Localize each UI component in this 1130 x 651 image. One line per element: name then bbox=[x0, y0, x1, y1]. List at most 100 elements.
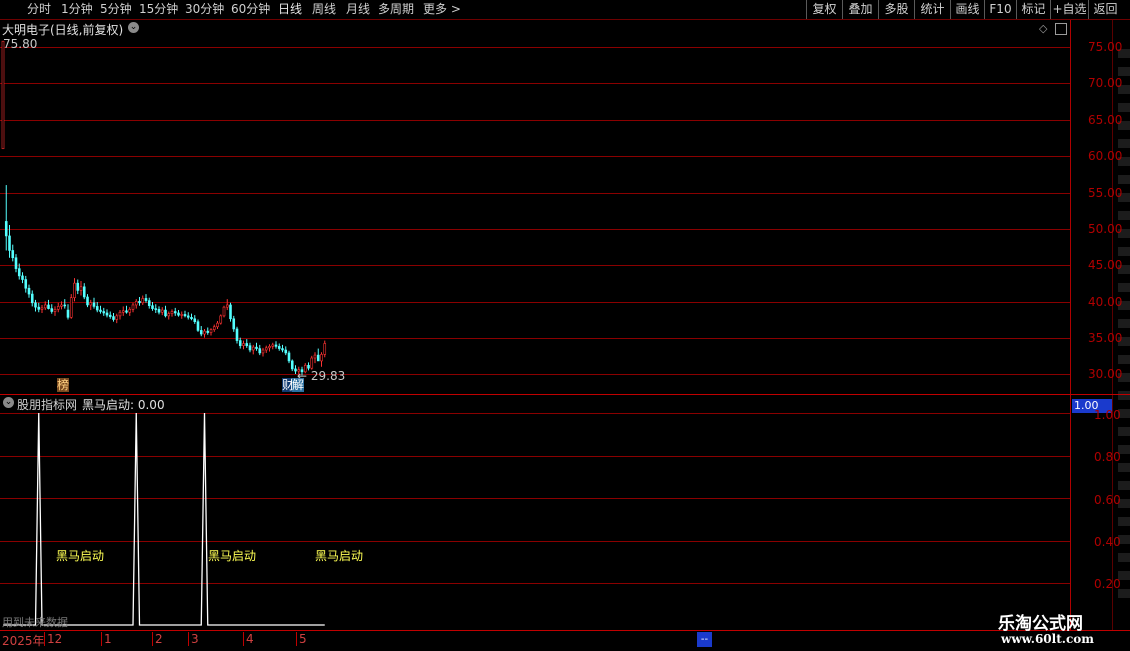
candle-body[interactable] bbox=[167, 313, 171, 317]
candle-body[interactable] bbox=[316, 354, 320, 362]
candle-body[interactable] bbox=[125, 310, 128, 313]
candle-body[interactable] bbox=[186, 315, 190, 318]
candle-body[interactable] bbox=[219, 315, 223, 324]
tab-30min[interactable]: 30分钟 bbox=[185, 0, 224, 19]
candle-body[interactable] bbox=[206, 330, 210, 333]
candle-body[interactable] bbox=[76, 282, 80, 291]
candle-body[interactable] bbox=[320, 354, 323, 362]
candle-body[interactable] bbox=[261, 349, 265, 354]
candle-body[interactable] bbox=[154, 308, 158, 310]
back-button[interactable]: 返回 bbox=[1088, 0, 1122, 19]
candle-body[interactable] bbox=[193, 318, 197, 322]
candle-body[interactable] bbox=[27, 287, 31, 295]
candle-body[interactable] bbox=[115, 315, 119, 320]
candle-body[interactable] bbox=[235, 328, 239, 341]
candle-body[interactable] bbox=[118, 311, 122, 317]
candle-body[interactable] bbox=[99, 309, 102, 312]
candle-body[interactable] bbox=[268, 346, 271, 349]
candle-body[interactable] bbox=[40, 307, 44, 310]
candle-body[interactable] bbox=[34, 302, 37, 308]
candle-body[interactable] bbox=[147, 300, 151, 306]
candle-body[interactable] bbox=[209, 329, 213, 333]
candle-body[interactable] bbox=[287, 352, 291, 362]
overlay-button[interactable]: 叠加 bbox=[842, 0, 878, 19]
candle-body[interactable] bbox=[92, 302, 96, 307]
candle-body[interactable] bbox=[8, 235, 11, 251]
tab-60min[interactable]: 60分钟 bbox=[231, 0, 270, 19]
candle-body[interactable] bbox=[190, 317, 193, 320]
candle-body[interactable] bbox=[108, 314, 112, 317]
tab-multi-period[interactable]: 多周期 bbox=[378, 0, 414, 19]
candle-body[interactable] bbox=[164, 309, 167, 317]
candle-body[interactable] bbox=[82, 286, 86, 298]
candle-body[interactable] bbox=[307, 364, 310, 369]
candle-body[interactable] bbox=[284, 349, 288, 354]
candle-body[interactable] bbox=[232, 318, 236, 330]
candle-body[interactable] bbox=[310, 357, 314, 369]
candle-body[interactable] bbox=[47, 304, 50, 309]
candle-body[interactable] bbox=[17, 268, 21, 277]
candle-body[interactable] bbox=[313, 354, 317, 359]
adjust-button[interactable]: 复权 bbox=[806, 0, 842, 19]
candle-body[interactable] bbox=[255, 346, 258, 349]
candle-body[interactable] bbox=[177, 312, 180, 316]
candle-body[interactable] bbox=[73, 282, 76, 298]
candle-body[interactable] bbox=[43, 304, 47, 309]
candle-body[interactable] bbox=[21, 275, 24, 280]
candle-body[interactable] bbox=[50, 308, 54, 312]
f10-button[interactable]: F10 bbox=[984, 0, 1016, 19]
candle-body[interactable] bbox=[242, 343, 245, 346]
price-chart-panel[interactable] bbox=[0, 20, 1070, 394]
candle-body[interactable] bbox=[222, 306, 226, 317]
candle-body[interactable] bbox=[4, 221, 8, 237]
candle-body[interactable] bbox=[30, 293, 34, 304]
candle-body[interactable] bbox=[173, 311, 177, 314]
candle-body[interactable] bbox=[56, 306, 60, 310]
candle-body[interactable] bbox=[131, 304, 135, 310]
candle-body[interactable] bbox=[290, 360, 294, 370]
mark-button[interactable]: 标记 bbox=[1016, 0, 1050, 19]
candle-body[interactable] bbox=[157, 309, 161, 313]
candle-body[interactable] bbox=[63, 304, 67, 307]
candle-body[interactable] bbox=[60, 304, 63, 307]
add-watchlist-button[interactable]: +自选 bbox=[1050, 0, 1088, 19]
candle-body[interactable] bbox=[170, 311, 174, 314]
diamond-icon[interactable]: ◇ bbox=[1039, 22, 1047, 35]
candle-body[interactable] bbox=[134, 301, 138, 306]
candle-body[interactable] bbox=[183, 314, 187, 317]
candle-body[interactable] bbox=[79, 286, 83, 291]
candle-body[interactable] bbox=[66, 309, 70, 318]
tab-weekly[interactable]: 周线 bbox=[312, 0, 336, 19]
candle-body[interactable] bbox=[53, 309, 57, 312]
candle-body[interactable] bbox=[138, 301, 141, 304]
tab-intraday[interactable]: 分时 bbox=[27, 0, 51, 19]
chevron-down-icon[interactable]: ⌄ bbox=[128, 22, 139, 33]
candle-body[interactable] bbox=[89, 302, 93, 306]
candle-body[interactable] bbox=[141, 298, 145, 304]
candle-body[interactable] bbox=[105, 312, 109, 316]
candle-body[interactable] bbox=[225, 304, 229, 308]
candle-body[interactable] bbox=[323, 343, 327, 355]
candle-body[interactable] bbox=[258, 348, 262, 354]
candle-body[interactable] bbox=[11, 250, 15, 259]
candle-body[interactable] bbox=[281, 348, 284, 351]
tab-more[interactable]: 更多 > bbox=[423, 0, 461, 19]
candle-body[interactable] bbox=[151, 305, 154, 309]
candle-body[interactable] bbox=[86, 296, 89, 306]
candle-body[interactable] bbox=[264, 347, 268, 351]
candle-body[interactable] bbox=[121, 310, 125, 313]
tab-daily[interactable]: 日线 bbox=[278, 0, 302, 19]
candle-body[interactable] bbox=[238, 340, 242, 346]
candle-body[interactable] bbox=[69, 297, 73, 318]
candle-body[interactable] bbox=[216, 322, 219, 328]
candle-body[interactable] bbox=[180, 314, 184, 316]
panel-toggle-icon[interactable] bbox=[1055, 23, 1067, 35]
tab-1min[interactable]: 1分钟 bbox=[61, 0, 93, 19]
candle-body[interactable] bbox=[203, 330, 206, 335]
tab-15min[interactable]: 15分钟 bbox=[139, 0, 178, 19]
candle-body[interactable] bbox=[251, 346, 255, 351]
chevron-down-icon[interactable]: ⌄ bbox=[3, 397, 14, 408]
candle-body[interactable] bbox=[248, 345, 252, 351]
statistics-button[interactable]: 统计 bbox=[914, 0, 950, 19]
candle-body[interactable] bbox=[160, 309, 164, 313]
